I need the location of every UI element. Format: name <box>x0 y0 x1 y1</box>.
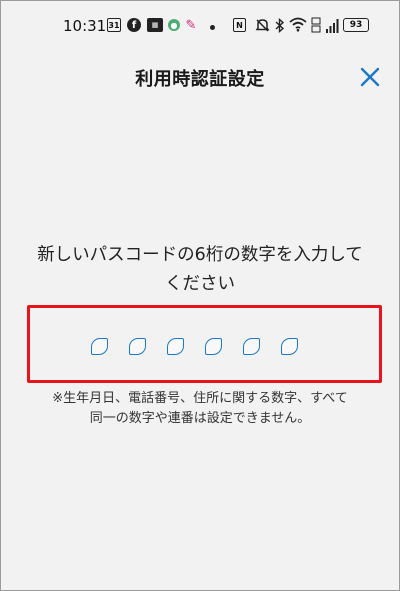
bluetooth-icon-svg <box>275 17 285 33</box>
pink-app-icon: ✎ <box>185 17 197 33</box>
nfc-icon: N <box>233 18 246 32</box>
wifi-icon <box>289 16 307 32</box>
note-line-1: ※生年月日、電話番号、住所に関する数字、すべて <box>52 391 348 406</box>
wifi-icon-svg <box>289 17 307 32</box>
status-time: 10:31 <box>63 17 107 35</box>
passcode-digit-2[interactable] <box>129 338 146 355</box>
status-bar: 10:31 31 f ▦ ● ✎ N 93 <box>1 1 399 45</box>
volte-icon <box>311 17 321 33</box>
note-line-2: 同一の数字や連番は設定できません。 <box>89 411 311 426</box>
prompt-line-2: ください <box>165 274 235 294</box>
passcode-input[interactable] <box>91 338 298 355</box>
volte-icon-svg <box>311 17 321 33</box>
news-icon: ▦ <box>147 18 163 32</box>
passcode-digit-1[interactable] <box>91 338 108 355</box>
passcode-note: ※生年月日、電話番号、住所に関する数字、すべて 同一の数字や連番は設定できません… <box>1 389 399 429</box>
bluetooth-icon <box>274 17 286 33</box>
passcode-digit-4[interactable] <box>205 338 222 355</box>
passcode-digit-6[interactable] <box>281 338 298 355</box>
prompt-line-1: 新しいパスコードの6桁の数字を入力して <box>37 245 363 265</box>
green-app-icon: ● <box>168 19 180 31</box>
page-title: 利用時認証設定 <box>135 69 265 90</box>
passcode-prompt: 新しいパスコードの6桁の数字を入力して ください <box>1 241 399 299</box>
calendar-icon: 31 <box>107 18 121 32</box>
facebook-icon: f <box>127 18 141 32</box>
battery-icon: 93 <box>343 18 369 32</box>
signal-icon-svg <box>326 19 339 33</box>
dot-icon <box>210 25 215 30</box>
app-screen: 10:31 31 f ▦ ● ✎ N 93 利用時認証設定 新しいパスコードの6… <box>0 0 400 591</box>
mute-icon <box>254 17 270 33</box>
signal-icon <box>325 18 339 34</box>
mute-icon-svg <box>255 18 269 32</box>
close-icon <box>360 67 380 87</box>
close-button[interactable] <box>357 64 383 90</box>
passcode-digit-5[interactable] <box>243 338 260 355</box>
passcode-digit-3[interactable] <box>167 338 184 355</box>
